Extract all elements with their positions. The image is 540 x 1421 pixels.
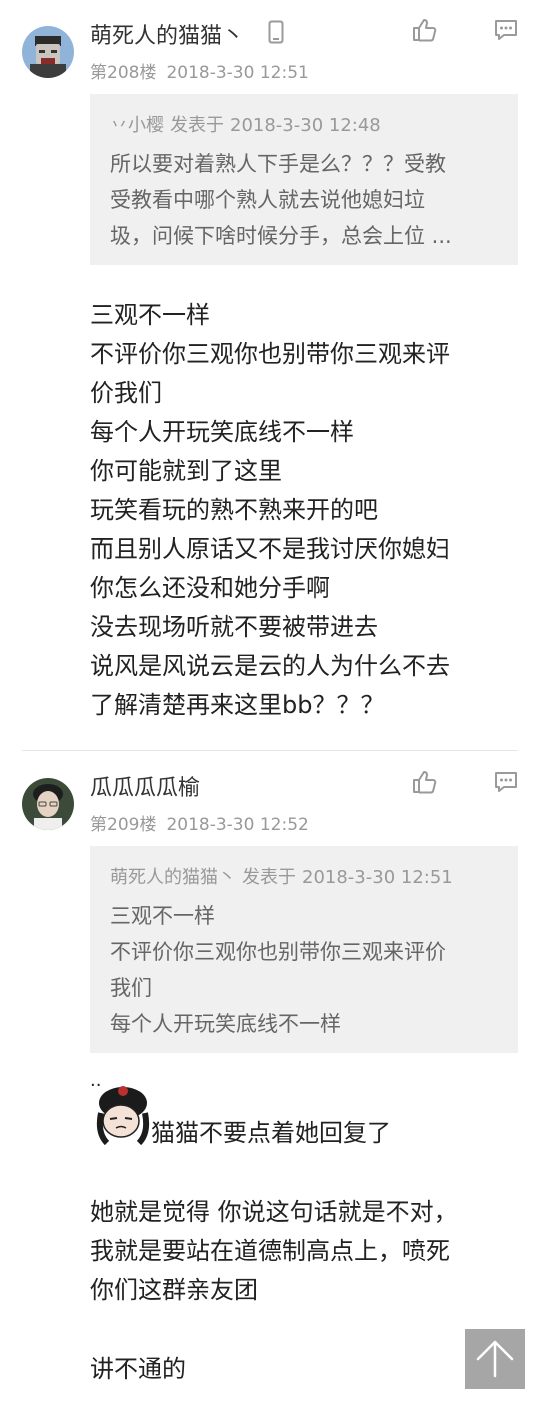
- comment-icon: [495, 20, 517, 40]
- quote-block: 萌死人的猫猫丶 发表于 2018-3-30 12:51 三观不一样 不评价你三观你也…: [90, 846, 518, 1053]
- quote-header: 丷小樱 发表于 2018-3-30 12:48: [110, 112, 498, 140]
- body-line: 她就是觉得 你说这句话就是不对，: [90, 1198, 458, 1226]
- emoji-sticker: [95, 1083, 151, 1146]
- quote-line: 圾，问候下啥时候分手，总会上位 ...: [110, 224, 452, 248]
- post-208: 萌死人的猫猫丶 第208楼 2018-3-30 12:51 丷小樱 发表于 2018-…: [0, 0, 540, 750]
- post-meta: 第208楼 2018-3-30 12:51: [90, 58, 309, 83]
- thumbs-up-icon: [413, 19, 437, 42]
- quote-author[interactable]: 萌死人的猫猫丶: [110, 867, 236, 888]
- sticker-caption: 猫猫不要点着她回复了: [151, 1119, 391, 1147]
- comment-icon: [495, 772, 517, 792]
- post-body: 她就是觉得 你说这句话就是不对， 我就是要站在道德制高点上，喷死 你们这群亲友团: [90, 1193, 458, 1310]
- quote-block: 丷小樱 发表于 2018-3-30 12:48 所以要对着熟人下手是么？？？受教 受…: [90, 94, 518, 265]
- thumbs-up-icon: [413, 771, 437, 794]
- body-line: 你可能就到了这里: [90, 457, 282, 485]
- username[interactable]: 萌死人的猫猫丶: [90, 18, 244, 50]
- body-line: 玩笑看玩的熟不熟来开的吧: [90, 496, 378, 524]
- body-line: 每个人开玩笑底线不一样: [90, 418, 354, 446]
- quote-time: 2018-3-30 12:51: [302, 867, 453, 888]
- reply-button[interactable]: [493, 769, 519, 795]
- body-line: 价我们: [90, 379, 162, 407]
- body-line: 了解清楚再来这里bb？？？: [90, 691, 385, 719]
- body-line: 不评价你三观你也别带你三观来评: [90, 340, 450, 368]
- post-time: 2018-3-30 12:51: [166, 63, 309, 83]
- body-line: 讲不通的: [90, 1355, 186, 1383]
- quote-author[interactable]: 丷小樱: [110, 115, 164, 136]
- quote-line: 所以要对着熟人下手是么？？？受教: [110, 152, 446, 176]
- post-time: 2018-3-30 12:52: [166, 815, 309, 835]
- quote-line: 我们: [110, 976, 152, 1000]
- username[interactable]: 瓜瓜瓜瓜榆: [90, 770, 200, 802]
- body-line: 说风是风说云是云的人为什么不去: [90, 652, 450, 680]
- quote-text: 所以要对着熟人下手是么？？？受教 受教看中哪个熟人就去说他媳妇垃 圾，问候下啥时…: [110, 146, 498, 254]
- phone-icon: [268, 20, 284, 48]
- quote-line: 每个人开玩笑底线不一样: [110, 1012, 341, 1036]
- reply-button[interactable]: [493, 17, 519, 43]
- floor-number: 第209楼: [90, 815, 157, 835]
- quote-time: 2018-3-30 12:48: [230, 115, 381, 136]
- quote-header: 萌死人的猫猫丶 发表于 2018-3-30 12:51: [110, 864, 498, 892]
- body-line: 我就是要站在道德制高点上，喷死: [90, 1237, 450, 1265]
- body-line: 你们这群亲友团: [90, 1276, 258, 1304]
- arrow-up-icon: [476, 1340, 514, 1378]
- body-line: 三观不一样: [90, 301, 210, 329]
- quote-text: 三观不一样 不评价你三观你也别带你三观来评价 我们 每个人开玩笑底线不一样: [110, 898, 498, 1042]
- scroll-to-top-button[interactable]: [465, 1329, 525, 1389]
- avatar[interactable]: [22, 778, 74, 830]
- like-button[interactable]: [411, 17, 437, 43]
- body-line: 而且别人原话又不是我讨厌你媳妇: [90, 535, 450, 563]
- post-body: 三观不一样 不评价你三观你也别带你三观来评 价我们 每个人开玩笑底线不一样 你可…: [90, 296, 450, 725]
- quote-verb: 发表于: [242, 867, 296, 888]
- quote-verb: 发表于: [170, 115, 224, 136]
- like-button[interactable]: [411, 769, 437, 795]
- quote-line: 不评价你三观你也别带你三观来评价: [110, 940, 446, 964]
- post-meta: 第209楼 2018-3-30 12:52: [90, 810, 309, 835]
- floor-number: 第208楼: [90, 63, 157, 83]
- body-line: 没去现场听就不要被带进去: [90, 613, 378, 641]
- post-divider: [22, 750, 518, 751]
- avatar[interactable]: [22, 26, 74, 78]
- body-line: 你怎么还没和她分手啊: [90, 574, 330, 602]
- quote-line: 受教看中哪个熟人就去说他媳妇垃: [110, 188, 425, 212]
- quote-line: 三观不一样: [110, 904, 215, 928]
